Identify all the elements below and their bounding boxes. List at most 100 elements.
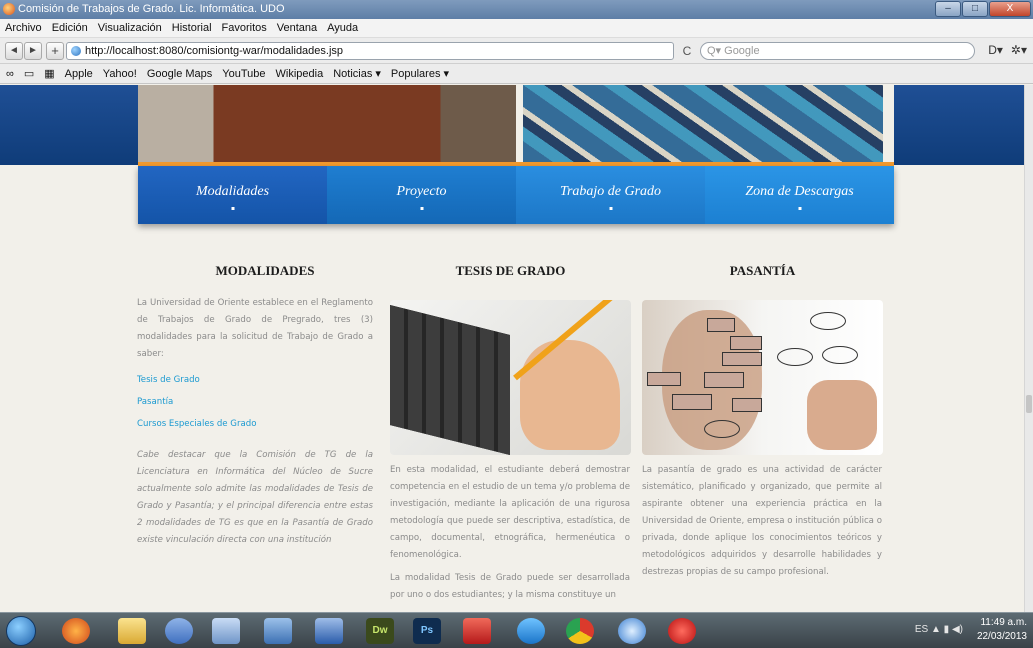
top-sites-grid-icon[interactable]: ▦ <box>44 67 54 80</box>
menu-edicion[interactable]: Edición <box>52 22 88 34</box>
bookmark-wikipedia[interactable]: Wikipedia <box>276 68 324 80</box>
menu-dot <box>231 207 234 210</box>
flowchart-box <box>647 372 681 386</box>
menu-dot <box>798 207 801 210</box>
language-indicator[interactable]: ES <box>915 624 928 635</box>
menu-trabajo-de-grado[interactable]: Trabajo de Grado <box>516 166 705 224</box>
link-cursos-especiales[interactable]: Cursos Especiales de Grado <box>137 419 256 429</box>
link-tesis-de-grado[interactable]: Tesis de Grado <box>137 375 200 385</box>
tesis-paragraph-2: La modalidad Tesis de Grado puede ser de… <box>390 573 630 600</box>
virtualbox-icon[interactable] <box>212 618 240 644</box>
bookmarks-bar: ∞ ▭ ▦ Apple Yahoo! Google Maps YouTube W… <box>0 64 1033 84</box>
window-controls: – □ X <box>935 1 1031 17</box>
clock-date: 22/03/2013 <box>976 631 1027 642</box>
back-button[interactable]: ◄ <box>5 42 23 60</box>
safari-app-icon <box>3 3 15 15</box>
pasantia-paragraph: La pasantía de grado es una actividad de… <box>642 465 882 577</box>
menu-proyecto[interactable]: Proyecto <box>327 166 516 224</box>
safari-icon[interactable] <box>618 618 646 644</box>
flowchart-oval <box>704 420 740 438</box>
tesis-paragraph-1: En esta modalidad, el estudiante deberá … <box>390 465 630 560</box>
explorer-folder-icon[interactable] <box>118 618 146 644</box>
minimize-button[interactable]: – <box>935 1 961 17</box>
word-icon[interactable] <box>315 618 343 644</box>
flowchart-oval <box>777 348 813 366</box>
page-scrollbar[interactable] <box>1024 85 1033 612</box>
tesis-heading: TESIS DE GRADO <box>455 263 566 278</box>
bookmark-populares[interactable]: Populares ▾ <box>391 67 449 80</box>
link-pasantia[interactable]: Pasantía <box>137 397 173 407</box>
pasantia-image <box>642 300 883 455</box>
volume-icon[interactable]: ◀) <box>952 624 963 635</box>
bookmarks-book-icon[interactable]: ▭ <box>24 67 34 80</box>
globe-icon <box>71 46 81 56</box>
toolbar-tools: D▾ ✲▾ <box>988 43 1027 57</box>
bookmark-youtube[interactable]: YouTube <box>222 68 265 80</box>
flowchart-box <box>704 372 744 388</box>
menu-historial[interactable]: Historial <box>172 22 212 34</box>
opera-icon[interactable] <box>668 618 696 644</box>
close-button[interactable]: X <box>989 1 1031 17</box>
acrobat-icon[interactable] <box>463 618 491 644</box>
internet-explorer-icon[interactable] <box>517 618 545 644</box>
network-icon[interactable] <box>165 618 193 644</box>
bookmark-google-maps[interactable]: Google Maps <box>147 68 212 80</box>
menu-ventana[interactable]: Ventana <box>277 22 317 34</box>
windows-taskbar: Dw Ps ES ▲ ▮ ◀) 11:49 a.m. 22/03/2013 <box>0 612 1033 648</box>
flowchart-box <box>732 398 762 412</box>
calculator-image <box>390 305 510 455</box>
network-tray-icon[interactable]: ▮ <box>944 624 950 635</box>
reading-list-icon[interactable]: ∞ <box>6 68 14 80</box>
system-tray-icons: ES ▲ ▮ ◀) <box>915 624 963 635</box>
address-bar[interactable]: http://localhost:8080/comisiontg-war/mod… <box>66 42 674 60</box>
forward-button[interactable]: ► <box>24 42 42 60</box>
page-menu-icon[interactable]: D▾ <box>988 43 1003 57</box>
bookmark-apple[interactable]: Apple <box>65 68 93 80</box>
flowchart-oval <box>810 312 846 330</box>
menu-ayuda[interactable]: Ayuda <box>327 22 358 34</box>
search-input[interactable]: Q▾ Google <box>700 42 975 60</box>
menu-favoritos[interactable]: Favoritos <box>222 22 267 34</box>
maximize-button[interactable]: □ <box>962 1 988 17</box>
window-titlebar: Comisión de Trabajos de Grado. Lic. Info… <box>0 0 1033 19</box>
flowchart-box <box>672 394 712 410</box>
flowchart-oval <box>822 346 858 364</box>
header-banner-image <box>138 85 894 163</box>
photoshop-icon[interactable]: Ps <box>413 618 441 644</box>
menu-bar: Archivo Edición Visualización Historial … <box>0 19 1033 38</box>
web-page: Modalidades Proyecto Trabajo de Grado Zo… <box>0 85 1024 612</box>
flowchart-box <box>722 352 762 366</box>
scroll-thumb[interactable] <box>1026 395 1032 413</box>
database-icon[interactable] <box>264 618 292 644</box>
menu-dot <box>609 207 612 210</box>
menu-visualizacion[interactable]: Visualización <box>98 22 162 34</box>
hand-with-marker-image <box>807 380 877 450</box>
window-title: Comisión de Trabajos de Grado. Lic. Info… <box>18 3 285 15</box>
flowchart-box <box>707 318 735 332</box>
reload-button[interactable]: C <box>676 42 698 60</box>
system-clock[interactable]: 11:49 a.m. 22/03/2013 <box>977 616 1027 644</box>
start-button-icon[interactable] <box>6 616 36 646</box>
modalidades-note: Cabe destacar que la Comisión de TG de l… <box>137 450 373 545</box>
bookmark-yahoo[interactable]: Yahoo! <box>103 68 137 80</box>
firefox-icon[interactable] <box>62 618 90 644</box>
modalidades-heading: MODALIDADES <box>215 263 315 278</box>
address-url: http://localhost:8080/comisiontg-war/mod… <box>85 45 344 57</box>
menu-dot <box>420 207 423 210</box>
menu-label: Proyecto <box>396 184 447 199</box>
menu-label: Zona de Descargas <box>745 184 854 199</box>
navigation-bar: ◄ ► + http://localhost:8080/comisiontg-w… <box>0 38 1033 64</box>
site-main-menu: Modalidades Proyecto Trabajo de Grado Zo… <box>138 166 894 224</box>
gear-icon[interactable]: ✲▾ <box>1011 43 1027 57</box>
clock-time: 11:49 a.m. <box>980 617 1027 628</box>
menu-zona-de-descargas[interactable]: Zona de Descargas <box>705 166 894 224</box>
dreamweaver-icon[interactable]: Dw <box>366 618 394 644</box>
flowchart-box <box>730 336 762 350</box>
bookmark-noticias[interactable]: Noticias ▾ <box>333 67 381 80</box>
tray-arrow-icon[interactable]: ▲ <box>931 624 944 635</box>
chrome-icon[interactable] <box>566 618 594 644</box>
menu-label: Modalidades <box>195 184 270 199</box>
menu-archivo[interactable]: Archivo <box>5 22 42 34</box>
add-bookmark-button[interactable]: + <box>46 42 64 60</box>
menu-modalidades[interactable]: Modalidades <box>138 166 327 224</box>
